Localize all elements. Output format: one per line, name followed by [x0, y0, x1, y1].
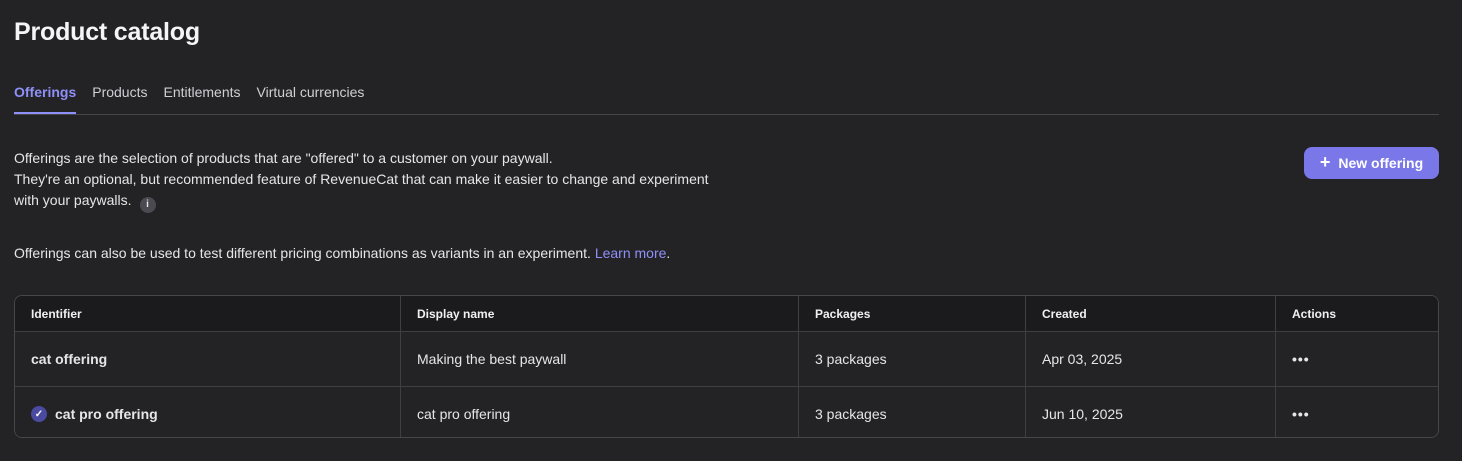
table-header-row: Identifier Display name Packages Created…	[15, 296, 1438, 331]
more-actions-icon[interactable]: •••	[1292, 351, 1310, 367]
cell-packages: 3 packages	[799, 387, 1026, 437]
offerings-description: Offerings are the selection of products …	[14, 148, 754, 213]
header-created[interactable]: Created	[1026, 296, 1276, 331]
header-actions: Actions	[1292, 306, 1337, 321]
cell-actions: •••	[1276, 332, 1438, 386]
cell-display-name: cat pro offering	[401, 387, 799, 437]
cell-created: Apr 03, 2025	[1026, 332, 1276, 386]
description-line-3-text: with your paywalls.	[14, 192, 132, 208]
cell-display-name: Making the best paywall	[401, 332, 799, 386]
header-packages[interactable]: Packages	[799, 296, 1026, 331]
header-identifier[interactable]: Identifier	[15, 296, 401, 331]
more-actions-icon[interactable]: •••	[1292, 406, 1310, 422]
offerings-table: Identifier Display name Packages Created…	[14, 295, 1439, 438]
tab-bar: Offerings Products Entitlements Virtual …	[14, 72, 1439, 115]
cell-actions: •••	[1276, 387, 1438, 437]
table-row[interactable]: cat offering Making the best paywall 3 p…	[15, 331, 1438, 386]
header-display-name[interactable]: Display name	[401, 296, 799, 331]
plus-icon: +	[1319, 152, 1331, 172]
description-line-3: with your paywalls. i	[14, 190, 754, 213]
tab-virtual-currencies[interactable]: Virtual currencies	[257, 72, 365, 113]
experiment-text: Offerings can also be used to test diffe…	[14, 245, 591, 261]
cell-packages: 3 packages	[799, 332, 1026, 386]
info-icon[interactable]: i	[139, 197, 156, 213]
current-offering-check-icon: ✓	[31, 406, 47, 422]
identifier-text: cat pro offering	[55, 406, 158, 422]
learn-more-link[interactable]: Learn more	[595, 245, 667, 261]
cell-identifier[interactable]: cat offering	[15, 332, 401, 386]
description-line-2: They're an optional, but recommended fea…	[14, 171, 709, 187]
page-title: Product catalog	[14, 18, 200, 46]
cell-identifier[interactable]: ✓ cat pro offering	[15, 387, 401, 437]
tab-products[interactable]: Products	[92, 72, 147, 113]
tab-entitlements[interactable]: Entitlements	[163, 72, 240, 113]
period: .	[666, 245, 671, 261]
table-row[interactable]: ✓ cat pro offering cat pro offering 3 pac…	[15, 386, 1438, 437]
cell-created: Jun 10, 2025	[1026, 387, 1276, 437]
tab-offerings[interactable]: Offerings	[14, 72, 77, 114]
experiment-description: Offerings can also be used to test diffe…	[14, 243, 670, 264]
new-offering-label: New offering	[1338, 155, 1424, 171]
description-line-1: Offerings are the selection of products …	[14, 150, 553, 166]
new-offering-button[interactable]: + New offering	[1304, 147, 1439, 179]
